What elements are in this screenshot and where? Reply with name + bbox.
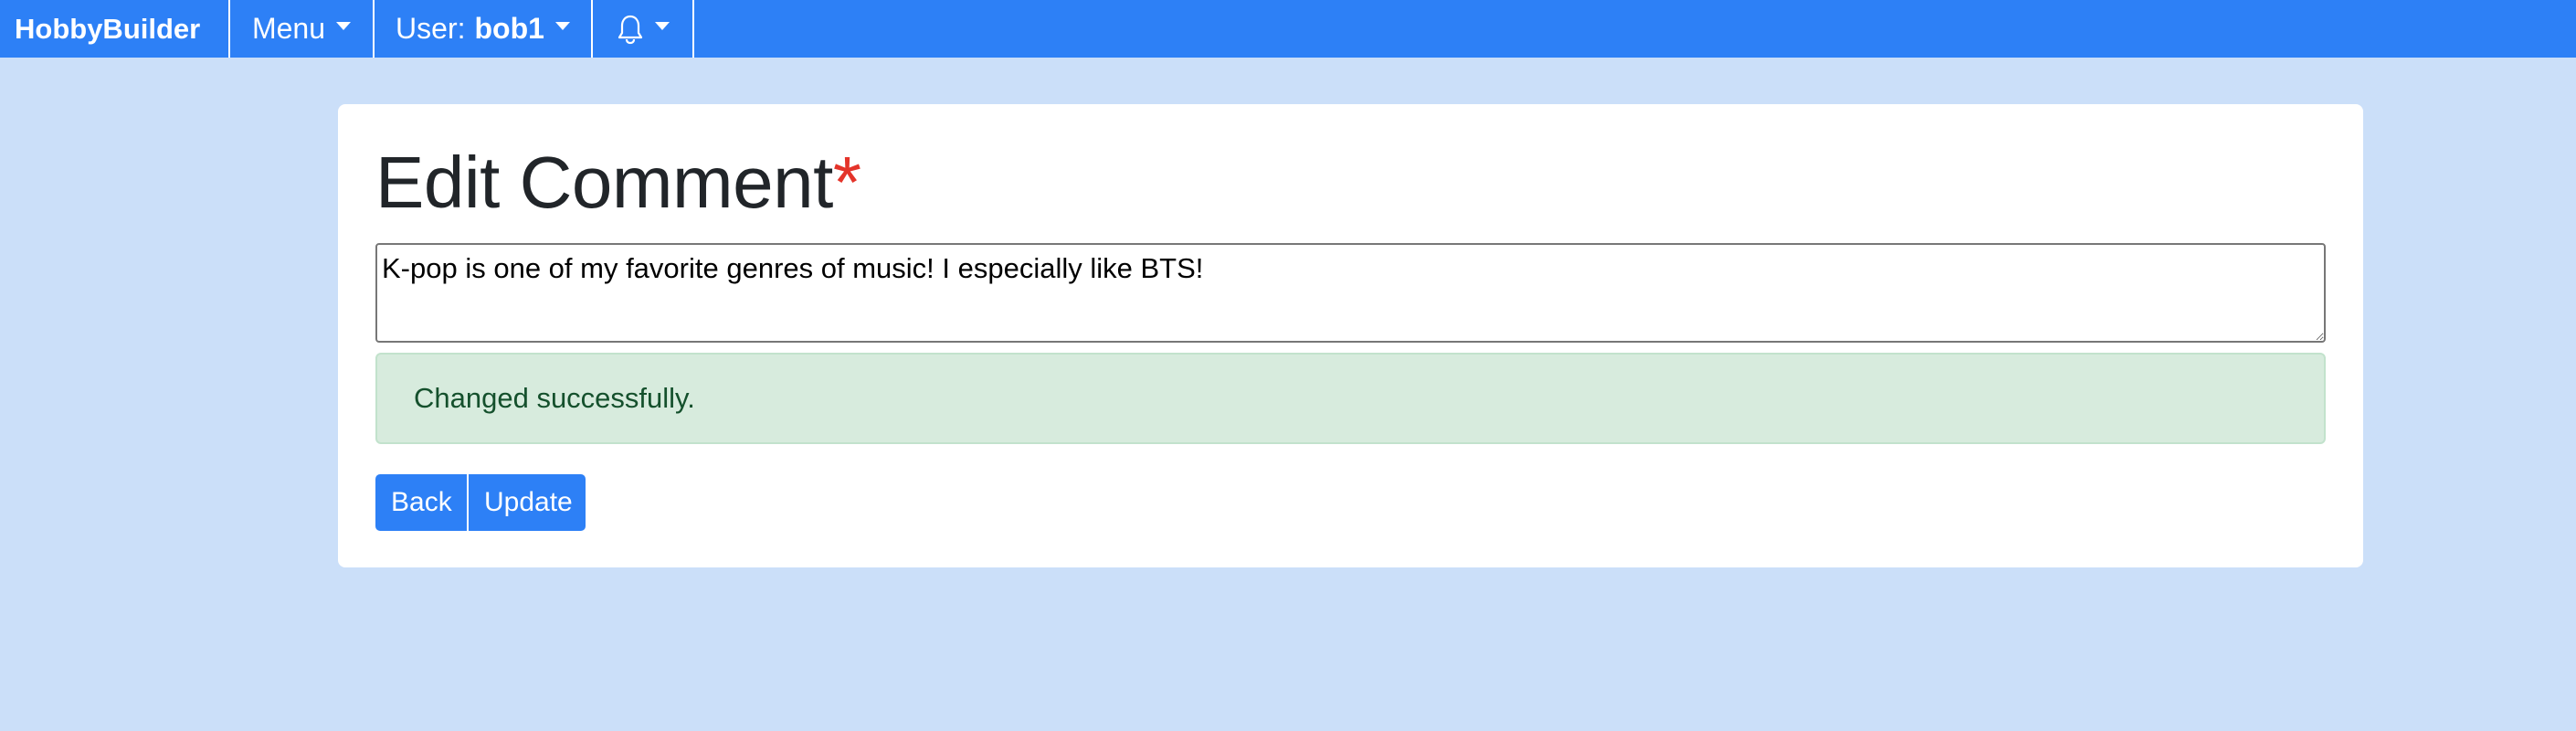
notifications-dropdown[interactable]	[593, 0, 694, 58]
caret-down-icon	[554, 22, 570, 30]
edit-comment-card: Edit Comment* K-pop is one of my favorit…	[338, 104, 2363, 567]
page-title-text: Edit Comment	[375, 142, 833, 223]
comment-textarea[interactable]: K-pop is one of my favorite genres of mu…	[375, 243, 2326, 343]
required-marker: *	[832, 142, 861, 223]
back-button[interactable]: Back	[375, 474, 467, 531]
menu-label: Menu	[251, 12, 326, 45]
top-navbar: HobbyBuilder Menu User: bob1	[0, 0, 2576, 58]
bell-icon	[617, 14, 644, 45]
caret-down-icon	[336, 22, 352, 30]
caret-down-icon	[654, 22, 670, 30]
update-button[interactable]: Update	[469, 474, 586, 531]
menu-dropdown[interactable]: Menu	[230, 0, 375, 58]
success-alert: Changed successfully.	[375, 353, 2326, 444]
user-dropdown[interactable]: User: bob1	[375, 0, 593, 58]
page-title: Edit Comment*	[375, 141, 861, 225]
success-alert-text: Changed successfully.	[414, 382, 695, 414]
user-prefix: User:	[396, 12, 466, 45]
action-buttons: Back Update	[375, 474, 586, 531]
user-name: bob1	[474, 12, 544, 45]
brand-link[interactable]: HobbyBuilder	[0, 0, 230, 58]
